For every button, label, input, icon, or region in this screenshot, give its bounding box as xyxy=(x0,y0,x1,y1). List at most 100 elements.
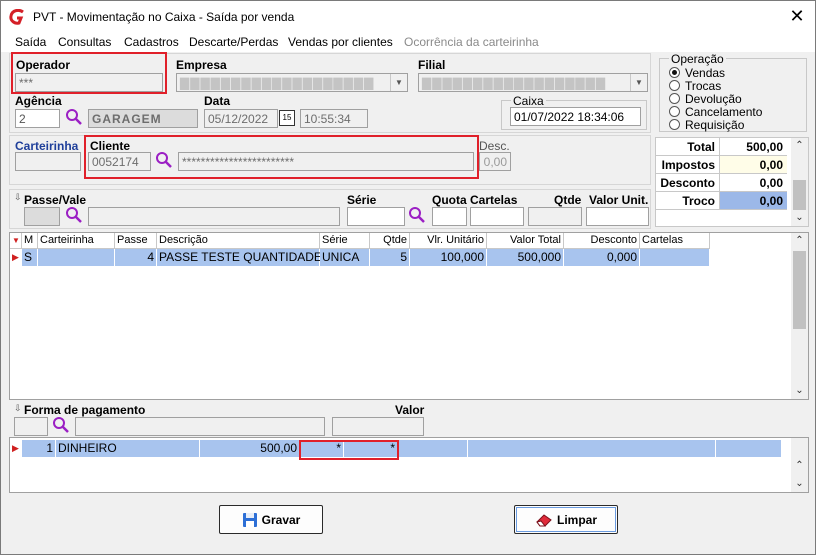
totals-scrollbar[interactable]: ⌃ ⌄ xyxy=(791,138,808,226)
col-header-serie[interactable]: Série xyxy=(320,233,370,249)
table-row[interactable]: ▶ S 4 PASSE TESTE QUANTIDADE UNICA 5 100… xyxy=(10,249,710,266)
desc-field: 0,00 xyxy=(479,152,511,171)
window-title: PVT - Movimentação no Caixa - Saída por … xyxy=(33,10,295,24)
qtde-label: Qtde xyxy=(554,193,582,207)
scroll-down-icon[interactable]: ⌄ xyxy=(791,476,808,492)
menu-vendas-por-clientes[interactable]: Vendas por clientes xyxy=(288,35,393,49)
menu-descarte-perdas[interactable]: Descarte/Perdas xyxy=(189,35,278,49)
serie-field[interactable] xyxy=(347,207,405,226)
search-icon[interactable] xyxy=(65,108,83,126)
data-date-field[interactable]: 05/12/2022 xyxy=(204,109,278,128)
empresa-redacted-text: ▇▇▇▇▇▇▇▇▇▇▇▇▇▇▇▇▇▇▇ xyxy=(180,76,375,90)
cell-num: 1 xyxy=(22,440,56,457)
col-header-vlr-unitario[interactable]: Vlr. Unitário xyxy=(410,233,487,249)
cell-vlr-unitario: 100,000 xyxy=(410,249,487,266)
menu-cadastros[interactable]: Cadastros xyxy=(124,35,179,49)
agencia-code-field[interactable]: 2 xyxy=(15,109,60,128)
empresa-label: Empresa xyxy=(176,58,227,72)
caixa-label: Caixa xyxy=(511,94,546,108)
search-icon[interactable] xyxy=(52,416,70,434)
chevron-down-icon[interactable]: ▼ xyxy=(630,74,647,91)
pin-icon: ⇩ xyxy=(14,403,22,413)
col-header-valor-total[interactable]: Valor Total xyxy=(487,233,564,249)
chevron-down-icon[interactable]: ▼ xyxy=(390,74,407,91)
pagamento-highlight-frame xyxy=(299,440,399,460)
cell-valor-total: 500,000 xyxy=(487,249,564,266)
eraser-icon xyxy=(536,513,552,526)
search-icon[interactable] xyxy=(65,206,83,224)
pagamento-scrollbar[interactable]: ⌃ ⌄ xyxy=(791,438,808,492)
pagamento-valor-field[interactable] xyxy=(332,417,424,436)
gravar-button[interactable]: Gravar xyxy=(219,505,323,534)
radio-devolucao[interactable] xyxy=(669,93,680,104)
menu-ocorrencia-carteirinha: Ocorrência da carteirinha xyxy=(404,35,539,49)
gravar-label: Gravar xyxy=(261,512,301,527)
menu-consultas[interactable]: Consultas xyxy=(58,35,111,49)
col-header-cartelas[interactable]: Cartelas xyxy=(640,233,710,249)
filial-combo[interactable]: ▇▇▇▇▇▇▇▇▇▇▇▇▇▇▇▇▇▇ ▼ xyxy=(418,73,648,92)
carteirinha-field[interactable] xyxy=(15,152,81,171)
menu-saida[interactable]: Saída xyxy=(15,35,46,49)
cell-descricao: PASSE TESTE QUANTIDADE xyxy=(157,249,322,266)
scroll-down-icon[interactable]: ⌄ xyxy=(791,210,808,226)
cartelas-field[interactable] xyxy=(470,207,524,226)
cartelas-label: Cartelas xyxy=(470,193,518,207)
agencia-label: Agência xyxy=(15,94,62,108)
pagamento-grid: ▶ 1 DINHEIRO 500,00 * * ⌃ ⌄ xyxy=(9,437,809,493)
table-row[interactable]: ▶ 1 DINHEIRO 500,00 * * xyxy=(10,440,790,458)
cliente-highlight-frame xyxy=(84,135,479,179)
passe-label: Passe/Vale xyxy=(24,193,87,207)
app-logo-icon xyxy=(9,9,24,25)
col-header-descricao[interactable]: Descrição xyxy=(157,233,320,249)
scroll-up-icon[interactable]: ⌃ xyxy=(791,458,808,474)
impostos-label: Impostos xyxy=(656,156,719,174)
radio-trocas-label: Trocas xyxy=(685,79,722,93)
radio-vendas[interactable] xyxy=(669,67,680,78)
scroll-thumb[interactable] xyxy=(793,251,806,329)
radio-trocas[interactable] xyxy=(669,80,680,91)
items-scrollbar[interactable]: ⌃ ⌄ xyxy=(791,233,808,399)
qtde-field[interactable] xyxy=(528,207,582,226)
scroll-down-icon[interactable]: ⌄ xyxy=(791,383,808,399)
col-header-m[interactable]: M xyxy=(22,233,38,249)
pagamento-code-field[interactable] xyxy=(14,417,48,436)
grid-indicator-header: ▼ xyxy=(10,233,22,249)
title-bar: PVT - Movimentação no Caixa - Saída por … xyxy=(1,1,815,32)
scroll-up-icon[interactable]: ⌃ xyxy=(791,233,808,249)
radio-cancelamento[interactable] xyxy=(669,106,680,117)
desc-label: Desc. xyxy=(479,139,510,153)
quota-label: Quota xyxy=(432,193,467,207)
cell-desconto: 0,000 xyxy=(564,249,640,266)
cell-carteirinha xyxy=(38,249,115,266)
totals-panel: Total 500,00 Impostos 0,00 Desconto 0,00… xyxy=(655,137,809,227)
scroll-thumb[interactable] xyxy=(793,180,806,210)
save-icon xyxy=(242,512,257,527)
items-grid: ▼ M Carteirinha Passe Descrição Série Qt… xyxy=(9,232,809,400)
operador-highlight-frame xyxy=(11,52,167,94)
passe-code-field[interactable] xyxy=(24,207,60,226)
radio-cancelamento-label: Cancelamento xyxy=(685,105,763,119)
total-label: Total xyxy=(656,138,719,156)
col-header-passe[interactable]: Passe xyxy=(115,233,157,249)
scroll-up-icon[interactable]: ⌃ xyxy=(791,138,808,154)
cell-serie: UNICA xyxy=(320,249,370,266)
empresa-combo[interactable]: ▇▇▇▇▇▇▇▇▇▇▇▇▇▇▇▇▇▇▇ ▼ xyxy=(176,73,408,92)
radio-requisicao[interactable] xyxy=(669,119,680,130)
cell-valor: 500,00 xyxy=(200,440,300,457)
cell-blank-1 xyxy=(398,440,468,457)
menu-bar: Saída Consultas Cadastros Descarte/Perda… xyxy=(1,32,815,52)
quota-field[interactable] xyxy=(432,207,467,226)
valor-unit-field[interactable] xyxy=(586,207,649,226)
calendar-icon[interactable]: 15 xyxy=(279,110,295,126)
search-icon[interactable] xyxy=(408,206,426,224)
col-header-qtde[interactable]: Qtde xyxy=(370,233,410,249)
filial-label: Filial xyxy=(418,58,446,72)
pin-icon: ⇩ xyxy=(14,192,22,202)
operacao-label: Operação xyxy=(669,52,726,66)
valor-unit-label: Valor Unit. xyxy=(589,193,649,207)
col-header-desconto[interactable]: Desconto xyxy=(564,233,640,249)
col-header-carteirinha[interactable]: Carteirinha xyxy=(38,233,115,249)
cell-cartelas xyxy=(640,249,710,266)
limpar-button[interactable]: Limpar xyxy=(514,505,618,534)
close-icon[interactable]: ✕ xyxy=(787,7,807,27)
